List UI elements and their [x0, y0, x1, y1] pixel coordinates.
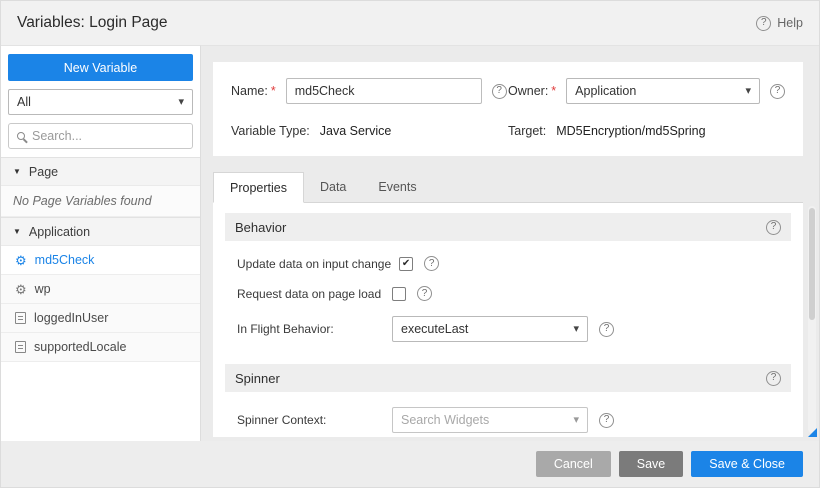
- required-marker: *: [551, 84, 556, 98]
- help-label: Help: [777, 16, 803, 30]
- variable-item-label: md5Check: [35, 253, 95, 267]
- page-variables-empty-message: No Page Variables found: [1, 186, 200, 217]
- behavior-section-header: Behavior ?: [225, 213, 791, 241]
- property-row: In Flight Behavior: executeLast ▾ ?: [237, 316, 791, 342]
- variable-filter-select[interactable]: All ▾: [8, 89, 193, 115]
- search-input[interactable]: [32, 129, 184, 143]
- inflight-selected-value: executeLast: [401, 322, 468, 336]
- update-data-label: Update data on input change: [237, 257, 399, 271]
- help-icon: ?: [756, 16, 771, 31]
- variable-summary-card: Name: * ? Owner: * Application ▾ ?: [213, 62, 803, 156]
- variable-type-value: Java Service: [320, 124, 392, 138]
- triangle-down-icon: ▼: [13, 168, 21, 176]
- help-icon[interactable]: ?: [599, 413, 614, 428]
- spinner-context-label: Spinner Context:: [237, 413, 392, 427]
- request-data-checkbox[interactable]: [392, 287, 406, 301]
- inflight-behavior-label: In Flight Behavior:: [237, 322, 392, 336]
- help-button[interactable]: ? Help: [756, 16, 803, 31]
- target-value: MD5Encryption/md5Spring: [556, 124, 705, 138]
- static-variable-icon: [15, 312, 26, 324]
- static-variable-icon: [15, 341, 26, 353]
- section-title: Spinner: [235, 371, 280, 386]
- property-row: Request data on page load ?: [237, 286, 791, 301]
- name-input[interactable]: [286, 78, 482, 104]
- variables-sidebar: New Variable All ▾ ▼ Page No Page Variab…: [1, 45, 201, 441]
- section-label: Application: [29, 225, 90, 239]
- help-icon[interactable]: ?: [417, 286, 432, 301]
- owner-label: Owner:: [508, 84, 548, 98]
- dialog-header: Variables: Login Page ? Help: [1, 1, 819, 45]
- variables-tree: ▼ Page No Page Variables found ▼ Applica…: [1, 157, 200, 441]
- variable-item-wp[interactable]: ⚙ wp: [1, 275, 200, 304]
- help-icon[interactable]: ?: [599, 322, 614, 337]
- page-title: Variables: Login Page: [17, 14, 168, 32]
- save-close-button[interactable]: Save & Close: [691, 451, 803, 477]
- owner-select[interactable]: Application ▾: [566, 78, 760, 104]
- tree-section-application[interactable]: ▼ Application: [1, 217, 200, 246]
- search-box: [8, 123, 193, 149]
- section-label: Page: [29, 165, 58, 179]
- spinner-section-header: Spinner ?: [225, 364, 791, 392]
- chevron-down-icon: ▾: [573, 324, 579, 335]
- variable-item-loggedinuser[interactable]: loggedInUser: [1, 304, 200, 333]
- properties-panel: Behavior ? Update data on input change ✔…: [213, 203, 803, 437]
- variable-detail: Name: * ? Owner: * Application ▾ ?: [201, 45, 819, 441]
- inflight-behavior-select[interactable]: executeLast ▾: [392, 316, 588, 342]
- tab-properties[interactable]: Properties: [213, 172, 304, 203]
- update-data-checkbox[interactable]: ✔: [399, 257, 413, 271]
- search-icon: [17, 132, 25, 140]
- chevron-down-icon: ▾: [745, 86, 751, 97]
- required-marker: *: [271, 84, 276, 98]
- variables-dialog: Variables: Login Page ? Help New Variabl…: [0, 0, 820, 488]
- owner-selected-value: Application: [575, 84, 636, 98]
- section-title: Behavior: [235, 220, 286, 235]
- cancel-button[interactable]: Cancel: [536, 451, 611, 477]
- variable-item-md5check[interactable]: ⚙ md5Check: [1, 246, 200, 275]
- variable-item-label: loggedInUser: [34, 311, 108, 325]
- dialog-footer: Cancel Save Save & Close: [1, 441, 819, 487]
- variable-type-label: Variable Type:: [231, 124, 310, 138]
- chevron-down-icon: ▾: [573, 415, 579, 426]
- variable-item-supportedlocale[interactable]: supportedLocale: [1, 333, 200, 362]
- new-variable-button[interactable]: New Variable: [8, 54, 193, 81]
- dialog-body: New Variable All ▾ ▼ Page No Page Variab…: [1, 45, 819, 441]
- spinner-context-input[interactable]: [401, 413, 567, 427]
- property-row: Spinner Context: ▾ ?: [237, 407, 791, 433]
- filter-selected-value: All: [17, 95, 31, 109]
- scroll-corner-icon: [808, 428, 817, 437]
- tab-events[interactable]: Events: [362, 171, 432, 202]
- vertical-scrollbar[interactable]: [808, 206, 816, 433]
- target-label: Target:: [508, 124, 546, 138]
- name-label: Name:: [231, 84, 268, 98]
- help-icon[interactable]: ?: [766, 371, 781, 386]
- detail-tabs: Properties Data Events: [213, 172, 803, 203]
- service-variable-icon: ⚙: [15, 254, 27, 267]
- triangle-down-icon: ▼: [13, 228, 21, 236]
- tab-data[interactable]: Data: [304, 171, 362, 202]
- variable-item-label: supportedLocale: [34, 340, 126, 354]
- help-icon[interactable]: ?: [770, 84, 785, 99]
- chevron-down-icon: ▾: [178, 97, 184, 108]
- property-row: Update data on input change ✔ ?: [237, 256, 791, 271]
- spinner-context-combobox[interactable]: ▾: [392, 407, 588, 433]
- scrollbar-thumb[interactable]: [809, 208, 815, 320]
- tree-section-page[interactable]: ▼ Page: [1, 157, 200, 186]
- help-icon[interactable]: ?: [492, 84, 507, 99]
- help-icon[interactable]: ?: [766, 220, 781, 235]
- save-button[interactable]: Save: [619, 451, 684, 477]
- variable-item-label: wp: [35, 282, 51, 296]
- help-icon[interactable]: ?: [424, 256, 439, 271]
- request-data-label: Request data on page load: [237, 287, 392, 301]
- service-variable-icon: ⚙: [15, 283, 27, 296]
